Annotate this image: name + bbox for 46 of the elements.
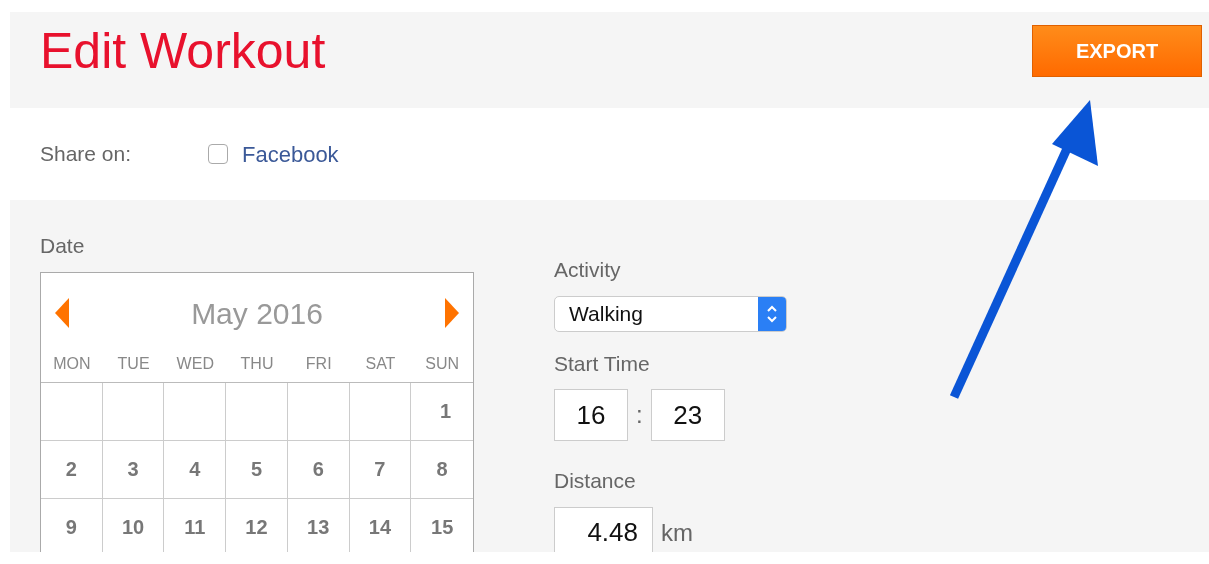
checkbox[interactable] [208, 144, 228, 164]
day-cell[interactable]: 5 [226, 440, 288, 499]
weekday-label: SUN [411, 343, 473, 383]
field-label: Distance [554, 468, 636, 494]
field-label: Start Time [554, 350, 650, 377]
day-cell[interactable]: 2 [41, 440, 103, 499]
field-label: Date [40, 233, 85, 259]
empty-day-cell [102, 382, 165, 441]
share-label: Share on: [40, 141, 133, 168]
minutes-field[interactable]: 23 [650, 389, 725, 441]
day-cell[interactable]: 14 [349, 498, 412, 552]
day-cell[interactable]: 12 [226, 498, 288, 552]
weekday-label: MON [41, 343, 103, 383]
export-button[interactable]: EXPORT [1032, 25, 1202, 77]
weekday-label: WED [164, 343, 227, 383]
previous-month-icon[interactable] [55, 298, 69, 328]
empty-day-cell [287, 382, 350, 441]
day-cell[interactable]: 8 [411, 440, 473, 499]
day-cell[interactable]: 15 [411, 498, 473, 552]
share-link[interactable]: Facebook [242, 137, 339, 171]
weekday-label: THU [226, 343, 288, 383]
field-label: Activity [554, 257, 621, 283]
unit-label: km [661, 517, 693, 548]
day-cell[interactable]: 10 [102, 498, 165, 552]
day-cell[interactable]: 4 [164, 440, 227, 499]
time-separator: : [636, 400, 643, 430]
empty-day-cell [41, 382, 103, 441]
hours-field[interactable]: 16 [554, 389, 628, 441]
day-cell[interactable]: 6 [287, 440, 350, 499]
weekday-label: FRI [287, 343, 350, 383]
weekday-label: TUE [102, 343, 165, 383]
next-month-icon[interactable] [445, 298, 459, 328]
day-cell[interactable]: 11 [164, 498, 227, 552]
day-cell[interactable]: 3 [102, 440, 165, 499]
empty-day-cell [349, 382, 412, 441]
activity-select[interactable]: Walking [554, 295, 787, 332]
day-cell[interactable]: 1 [411, 382, 473, 441]
day-cell[interactable]: 13 [287, 498, 350, 552]
day-cell[interactable]: 9 [41, 498, 103, 552]
month-title: May 2016 [191, 295, 323, 332]
empty-day-cell [226, 382, 288, 441]
day-cell[interactable]: 7 [349, 440, 412, 499]
empty-day-cell [164, 382, 227, 441]
weekday-label: SAT [349, 343, 412, 383]
distance-field[interactable]: 4.48 [554, 506, 653, 552]
page-title: Edit Workout [40, 24, 326, 79]
